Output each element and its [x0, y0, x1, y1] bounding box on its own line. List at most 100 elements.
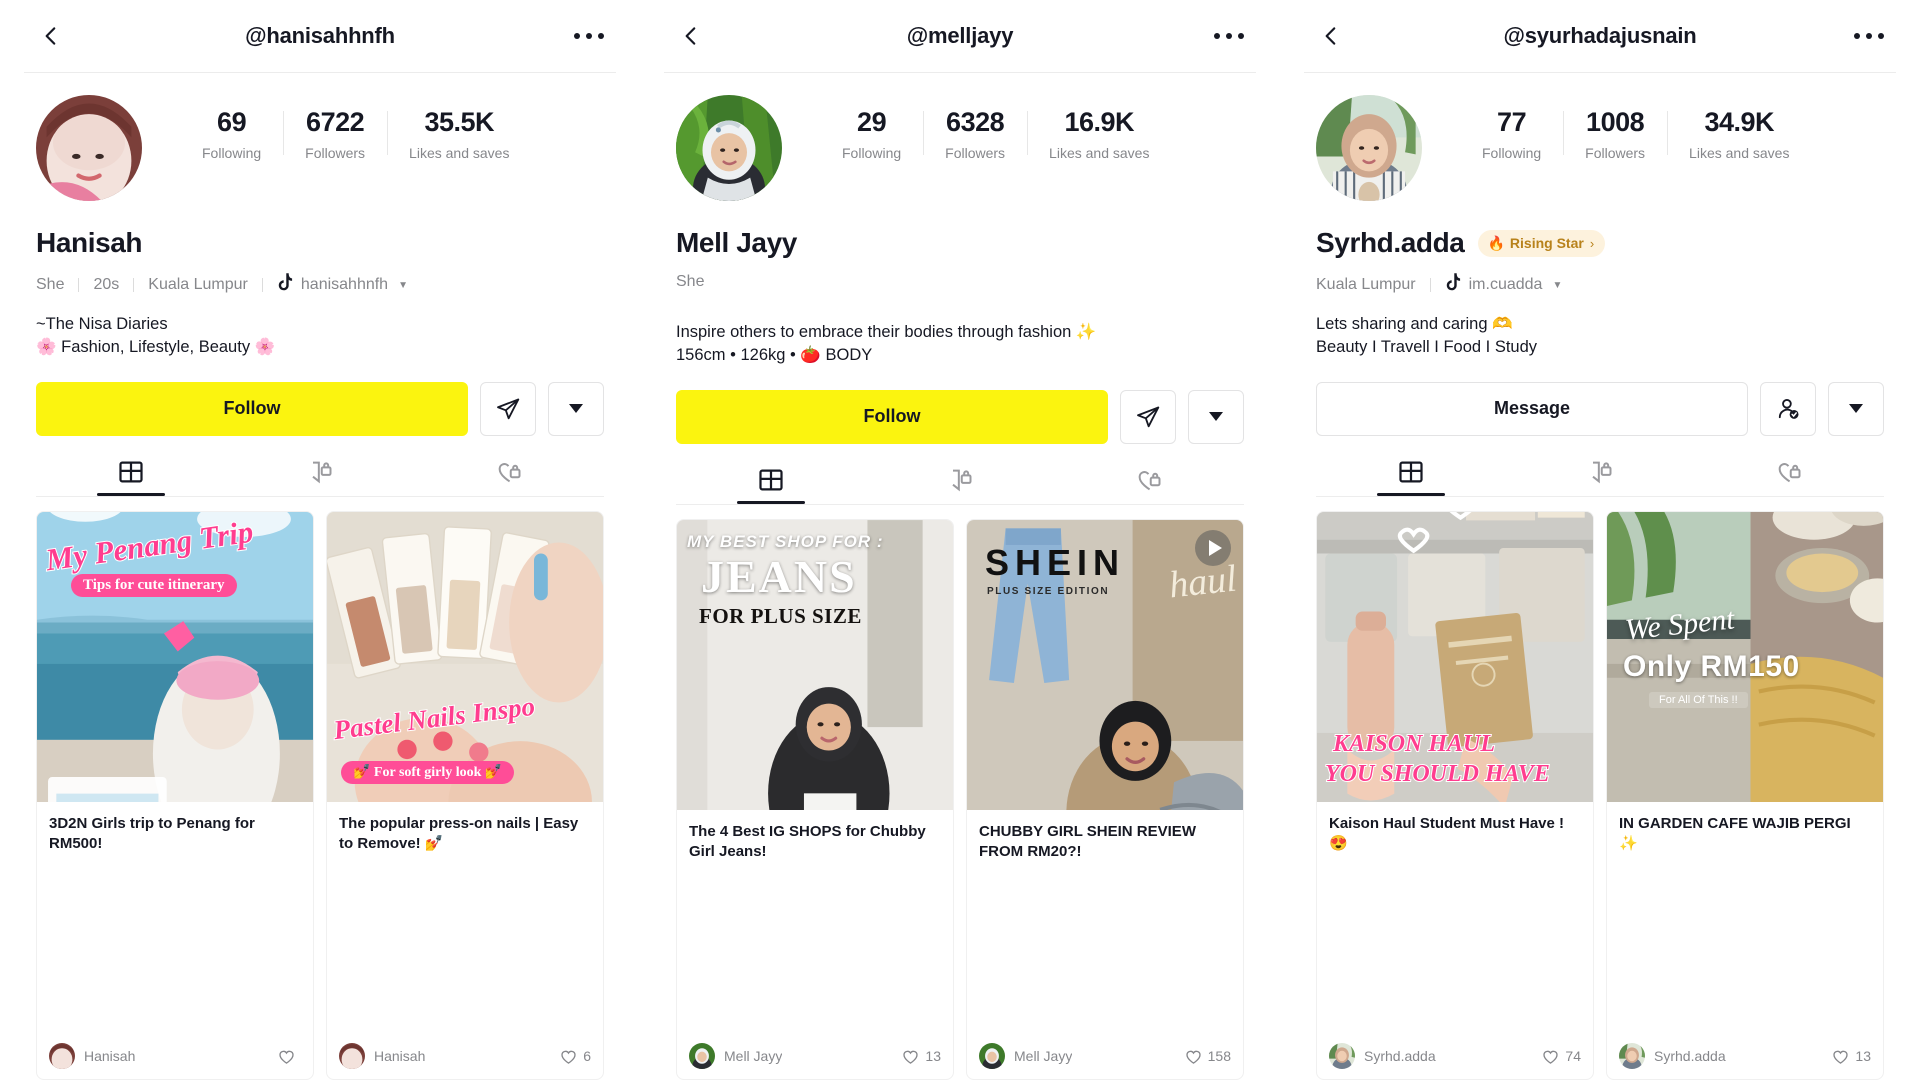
post-card[interactable]: MY BEST SHOP FOR : JEANS FOR PLUS SIZE T… — [676, 518, 954, 1080]
author-avatar[interactable] — [1619, 1043, 1645, 1069]
video-play-icon — [1195, 529, 1231, 566]
post-card[interactable]: Pastel Nails Inspo 💅 For soft girly look… — [326, 510, 604, 1080]
rising-star-badge[interactable]: 🔥 Rising Star › — [1478, 229, 1606, 257]
post-footer: Syrhd.adda 13 — [1619, 1043, 1871, 1069]
back-icon[interactable] — [676, 21, 706, 51]
like-button[interactable]: 6 — [559, 1047, 591, 1066]
like-count: 74 — [1565, 1048, 1581, 1064]
post-thumbnail[interactable]: We Spent Only RM150 For All Of This !! — [1607, 511, 1883, 802]
back-icon[interactable] — [1316, 21, 1346, 51]
fire-icon: 🔥 — [1487, 234, 1505, 251]
person-check-icon[interactable] — [1760, 381, 1816, 436]
tab-saved[interactable] — [225, 458, 414, 496]
bio-text: Inspire others to embrace their bodies t… — [676, 323, 1097, 365]
tab-liked[interactable] — [1695, 458, 1884, 496]
tiktok-link[interactable]: hanisahhnfh ▼ — [277, 273, 408, 297]
stat-following[interactable]: 69 Following — [180, 107, 283, 161]
tab-saved[interactable] — [865, 466, 1054, 504]
post-body: 3D2N Girls trip to Penang for RM500! Han… — [37, 802, 313, 1079]
tab-posts[interactable] — [676, 466, 865, 504]
display-name: Hanisah — [36, 227, 143, 258]
post-thumbnail[interactable]: My Penang Trip Tips for cute itinerary — [37, 511, 313, 802]
bio-text: ~The Nisa Diaries 🌸 Fashion, Lifestyle, … — [36, 315, 276, 357]
author-avatar[interactable] — [1329, 1043, 1355, 1069]
like-count: 13 — [1855, 1048, 1871, 1064]
send-message-icon[interactable] — [1120, 389, 1176, 444]
like-count: 158 — [1207, 1048, 1231, 1064]
display-name: Syrhd.adda — [1316, 227, 1465, 258]
meta-pronoun: She — [36, 276, 65, 293]
post-body: The 4 Best IG SHOPS for Chubby Girl Jean… — [677, 810, 953, 1079]
tiktok-link[interactable]: im.cuadda ▼ — [1445, 273, 1562, 297]
tab-underline — [1115, 501, 1183, 504]
author-avatar[interactable] — [339, 1043, 365, 1069]
chevron-right-icon: › — [1589, 235, 1595, 251]
stat-likes-and-saves[interactable]: 35.5K Likes and saves — [387, 107, 531, 161]
meta-row: She — [640, 259, 1280, 291]
meta-separator — [261, 278, 263, 292]
tab-liked[interactable] — [415, 458, 604, 496]
post-author: Mell Jayy — [1014, 1048, 1073, 1064]
stat-followers[interactable]: 1008 Followers — [1563, 107, 1667, 161]
ellipsis-icon[interactable] — [1854, 33, 1884, 39]
like-button[interactable]: 158 — [1184, 1047, 1231, 1066]
follow-button[interactable]: Follow — [36, 381, 468, 436]
post-author: Mell Jayy — [724, 1048, 783, 1064]
like-button[interactable]: 13 — [1831, 1047, 1871, 1066]
avatar[interactable] — [676, 95, 782, 201]
like-count: 6 — [583, 1048, 591, 1064]
post-card[interactable]: KAISON HAUL YOU SHOULD HAVE Kaison Haul … — [1316, 510, 1594, 1080]
tab-liked[interactable] — [1055, 466, 1244, 504]
top-bar: @syurhadajusnain — [1280, 0, 1920, 72]
avatar[interactable] — [36, 95, 142, 201]
send-message-icon[interactable] — [480, 381, 536, 436]
more-options-chevron-icon[interactable] — [1828, 381, 1884, 436]
author-avatar[interactable] — [979, 1043, 1005, 1069]
stat-value: 34.9K — [1704, 107, 1775, 137]
post-card[interactable]: SHEIN PLUS SIZE EDITION haul CHUBBY GIRL… — [966, 518, 1244, 1080]
more-options-chevron-icon[interactable] — [1188, 389, 1244, 444]
stat-followers[interactable]: 6328 Followers — [923, 107, 1027, 161]
post-card[interactable]: My Penang Trip Tips for cute itinerary 3… — [36, 510, 314, 1080]
stats-row: 77 Following 1008 Followers 34.9K Likes … — [1460, 107, 1884, 161]
ellipsis-icon[interactable] — [574, 33, 604, 39]
avatar[interactable] — [1316, 95, 1422, 201]
post-card[interactable]: We Spent Only RM150 For All Of This !! I… — [1606, 510, 1884, 1080]
like-button[interactable]: 13 — [901, 1047, 941, 1066]
message-button[interactable]: Message — [1316, 381, 1748, 436]
stat-followers[interactable]: 6722 Followers — [283, 107, 387, 161]
follow-button[interactable]: Follow — [676, 389, 1108, 444]
like-button[interactable] — [277, 1047, 301, 1066]
profile-panel-1: @hanisahhnfh 69 Following 6722 Followers… — [0, 0, 640, 1080]
tab-posts[interactable] — [36, 458, 225, 496]
stat-value: 6722 — [306, 107, 365, 137]
tab-underline — [926, 501, 994, 504]
post-thumbnail[interactable]: KAISON HAUL YOU SHOULD HAVE — [1317, 511, 1593, 802]
profile-tabs — [640, 466, 1280, 504]
stat-likes-and-saves[interactable]: 16.9K Likes and saves — [1027, 107, 1171, 161]
post-thumbnail[interactable]: SHEIN PLUS SIZE EDITION haul — [967, 519, 1243, 810]
meta-location: Kuala Lumpur — [1316, 276, 1416, 293]
profile-handle: @syurhadajusnain — [1503, 23, 1697, 48]
author-avatar[interactable] — [49, 1043, 75, 1069]
stat-label: Likes and saves — [409, 145, 510, 162]
back-icon[interactable] — [36, 21, 66, 51]
post-title: IN GARDEN CAFE WAJIB PERGI ✨ — [1619, 814, 1851, 852]
name-row: Mell Jayy — [640, 201, 1280, 259]
like-button[interactable]: 74 — [1541, 1047, 1581, 1066]
stat-likes-and-saves[interactable]: 34.9K Likes and saves — [1667, 107, 1811, 161]
post-footer: Hanisah 6 — [339, 1043, 591, 1069]
author-avatar[interactable] — [689, 1043, 715, 1069]
stat-label: Following — [1482, 145, 1542, 162]
stats-row: 69 Following 6722 Followers 35.5K Likes … — [180, 107, 604, 161]
tab-posts[interactable] — [1316, 458, 1505, 496]
post-thumbnail[interactable]: Pastel Nails Inspo 💅 For soft girly look… — [327, 511, 603, 802]
post-grid: My Penang Trip Tips for cute itinerary 3… — [0, 497, 640, 1080]
more-options-chevron-icon[interactable] — [548, 381, 604, 436]
ellipsis-icon[interactable] — [1214, 33, 1244, 39]
tab-saved[interactable] — [1505, 458, 1694, 496]
post-thumbnail[interactable]: MY BEST SHOP FOR : JEANS FOR PLUS SIZE — [677, 519, 953, 810]
stat-following[interactable]: 77 Following — [1460, 107, 1563, 161]
stat-following[interactable]: 29 Following — [820, 107, 923, 161]
name-row: Syrhd.adda 🔥 Rising Star › — [1280, 201, 1920, 259]
